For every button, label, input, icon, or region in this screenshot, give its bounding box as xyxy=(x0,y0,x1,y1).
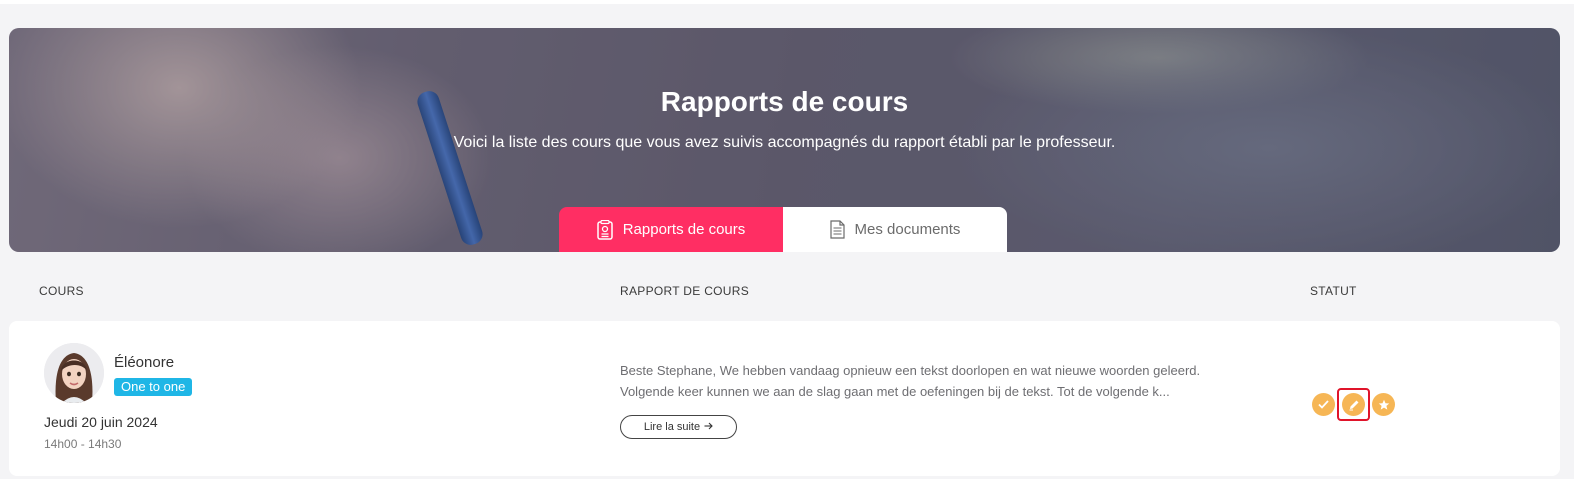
page-title: Rapports de cours xyxy=(660,86,909,117)
tab-mes-documents[interactable]: Mes documents xyxy=(783,207,1007,252)
column-header-course: COURS xyxy=(39,284,84,298)
lesson-date: Jeudi 20 juin 2024 xyxy=(44,414,158,430)
tab-label: Rapports de cours xyxy=(622,221,746,238)
document-icon xyxy=(829,220,845,239)
lesson-row: Éléonore One to one Jeudi 20 juin 2024 1… xyxy=(9,321,1560,476)
report-excerpt: Beste Stephane, We hebben vandaag opnieu… xyxy=(620,360,1240,402)
tab-bar: Rapports de cours Mes documents xyxy=(559,207,1007,252)
read-more-label: Lire la suite xyxy=(643,421,701,433)
top-bar xyxy=(0,0,1574,4)
star-icon[interactable] xyxy=(1372,393,1395,416)
status-edit-highlight xyxy=(1337,388,1370,421)
read-more-button[interactable]: Lire la suite xyxy=(620,415,737,439)
check-icon[interactable] xyxy=(1312,393,1335,416)
teacher-avatar xyxy=(44,343,104,403)
tab-label: Mes documents xyxy=(854,221,961,238)
pencil-icon[interactable] xyxy=(1342,393,1365,416)
column-header-report: RAPPORT DE COURS xyxy=(620,284,750,298)
page-subtitle: Voici la liste des cours que vous avez s… xyxy=(453,134,1116,151)
report-line: Volgende keer kunnen we aan de slag gaan… xyxy=(620,384,1170,399)
lesson-time: 14h00 - 14h30 xyxy=(44,437,122,451)
teacher-name: Éléonore xyxy=(114,354,175,371)
lesson-type-badge: One to one xyxy=(114,378,193,396)
tab-rapports-de-cours[interactable]: Rapports de cours xyxy=(559,207,783,252)
report-line: Beste Stephane, We hebben vandaag opnieu… xyxy=(620,363,1201,378)
status-icons xyxy=(1312,388,1395,421)
column-header-status: STATUT xyxy=(1310,284,1357,298)
arrow-right-icon xyxy=(704,421,713,433)
hero-banner: Rapports de cours Voici la liste des cou… xyxy=(9,28,1560,252)
report-icon xyxy=(596,219,613,240)
